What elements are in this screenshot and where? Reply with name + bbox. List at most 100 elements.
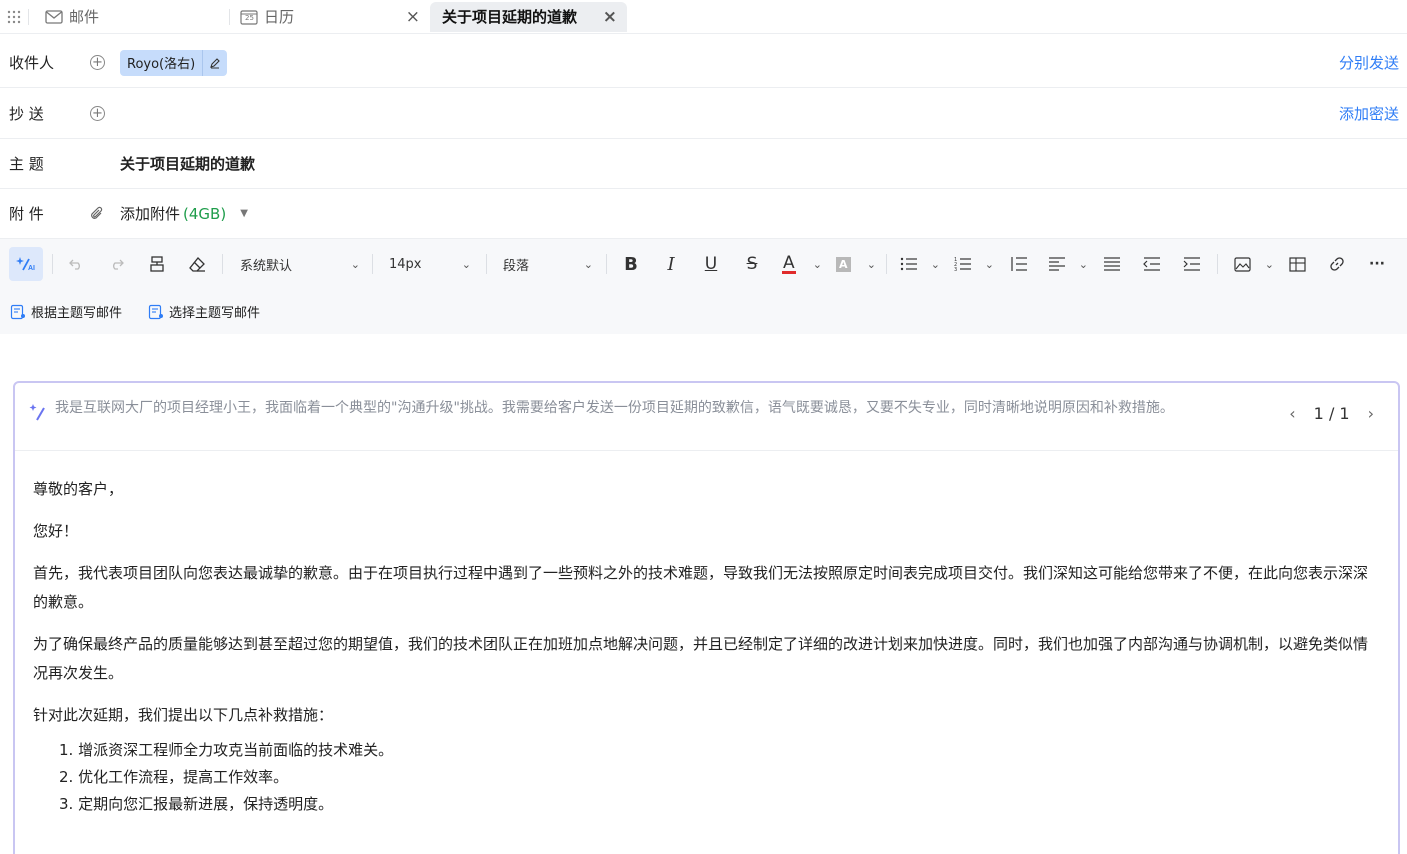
- bold-icon: B: [624, 253, 638, 275]
- formatting-toolbar: AI 系统默认 ⌄ 14px ⌄ 段落 ⌄ B I U S A ⌄ A ⌄ ⌄: [0, 239, 1407, 289]
- font-family-select[interactable]: 系统默认 ⌄: [240, 239, 360, 289]
- body-hello: 您好！: [33, 522, 79, 540]
- more-label: ···: [1369, 256, 1385, 272]
- email-body[interactable]: 尊敬的客户， 您好！ 首先，我代表项目团队向您表达最诚挚的歉意。由于在项目执行过…: [15, 451, 1398, 818]
- edit-icon[interactable]: [203, 57, 227, 69]
- font-family-value: 系统默认: [240, 258, 293, 274]
- close-icon[interactable]: ×: [406, 7, 420, 27]
- subject-row: 主 题 关于项目延期的道歉: [0, 139, 1407, 189]
- chevron-down-icon: ⌄: [1264, 257, 1274, 271]
- tab-compose[interactable]: 关于项目延期的道歉 ×: [430, 1, 627, 32]
- result-pager: ‹ 1 / 1 ›: [1289, 395, 1384, 423]
- chevron-down-icon: ⌄: [866, 257, 876, 271]
- ai-helper-bar: 根据主题写邮件 选择主题写邮件: [0, 289, 1407, 334]
- tab-calendar[interactable]: 25 日历 ×: [230, 0, 430, 34]
- list-item: 3. 定期向您汇报最新进展，保持透明度。: [59, 795, 334, 813]
- divider: [606, 254, 607, 274]
- ai-doc-icon: [10, 304, 26, 320]
- italic-icon: I: [667, 253, 675, 275]
- chevron-down-icon: ⌄: [812, 257, 822, 271]
- chevron-down-icon: ⌄: [984, 257, 994, 271]
- tab-calendar-label: 日历: [264, 8, 295, 26]
- image-icon: [1234, 256, 1251, 272]
- ai-write-button[interactable]: AI: [9, 247, 43, 281]
- italic-button[interactable]: I: [660, 239, 682, 289]
- cc-row: 抄 送 + 添加密送: [0, 89, 1407, 139]
- font-size-select[interactable]: 14px ⌄: [389, 239, 471, 289]
- plus-circle-icon: +: [90, 106, 105, 121]
- caret-down-icon[interactable]: ▼: [240, 208, 248, 219]
- divider: [486, 254, 487, 274]
- recipient-chip-name: Royo(洛右): [120, 49, 204, 76]
- chevron-down-icon: ⌄: [461, 257, 471, 271]
- insert-image-button[interactable]: ⌄: [1234, 239, 1274, 289]
- bullet-list-icon: [900, 257, 917, 271]
- numbered-list-icon: 123: [954, 257, 971, 271]
- list-item: 2. 优化工作流程，提高工作效率。: [59, 768, 289, 786]
- underline-button[interactable]: U: [700, 239, 722, 289]
- add-attachment-label: 添加附件: [120, 205, 181, 223]
- font-color-button[interactable]: A ⌄: [782, 239, 822, 289]
- strikethrough-button[interactable]: S: [741, 239, 763, 289]
- bold-button[interactable]: B: [620, 239, 642, 289]
- highlight-color-button[interactable]: A ⌄: [836, 239, 876, 289]
- attachment-label: 附 件: [9, 205, 44, 223]
- divider: [222, 254, 223, 274]
- add-bcc-link[interactable]: 添加密送: [1339, 103, 1399, 124]
- add-cc-button[interactable]: +: [90, 106, 120, 121]
- redo-icon[interactable]: [106, 239, 128, 289]
- recipient-chip[interactable]: Royo(洛右): [120, 49, 228, 76]
- tab-bar: 邮件 25 日历 × 关于项目延期的道歉 ×: [0, 0, 1407, 34]
- line-height-icon[interactable]: [1008, 239, 1030, 289]
- cc-label: 抄 送: [9, 105, 44, 123]
- body-paragraph-2: 为了确保最终产品的质量能够达到甚至超过您的期望值，我们的技术团队正在加班加点地解…: [33, 635, 1369, 682]
- list-item: 1. 增派资深工程师全力攻克当前面临的技术难关。: [59, 741, 394, 759]
- app-grid-icon[interactable]: [0, 0, 28, 34]
- mail-icon: [45, 9, 63, 24]
- link-icon[interactable]: [1326, 239, 1348, 289]
- outdent-icon[interactable]: [1141, 239, 1163, 289]
- paragraph-select[interactable]: 段落 ⌄: [503, 239, 593, 289]
- justify-icon[interactable]: [1101, 239, 1123, 289]
- format-painter-icon[interactable]: [146, 239, 168, 289]
- paperclip-icon: [90, 206, 120, 221]
- divider: [886, 254, 887, 274]
- eraser-icon[interactable]: [186, 239, 208, 289]
- tab-compose-label: 关于项目延期的道歉: [442, 8, 578, 26]
- ai-result-panel: 我是互联网大厂的项目经理小王，我面临着一个典型的"沟通升级"挑战。我需要给客户发…: [13, 381, 1400, 854]
- write-by-subject-label: 根据主题写邮件: [31, 306, 123, 321]
- tab-mail-label: 邮件: [69, 8, 100, 26]
- chevron-down-icon: ⌄: [1078, 257, 1088, 271]
- align-left-icon: [1049, 257, 1065, 271]
- chevron-right-icon[interactable]: ›: [1368, 404, 1374, 423]
- subject-input[interactable]: 关于项目延期的道歉: [120, 153, 255, 174]
- write-by-subject-button[interactable]: 根据主题写邮件: [10, 302, 122, 321]
- add-attachment-button[interactable]: 添加附件 (4GB) ▼: [120, 203, 248, 224]
- indent-icon[interactable]: [1181, 239, 1203, 289]
- svg-text:3: 3: [954, 267, 957, 271]
- tab-mail[interactable]: 邮件: [29, 0, 229, 34]
- divider: [372, 254, 373, 274]
- body-greeting: 尊敬的客户，: [33, 480, 124, 498]
- align-button[interactable]: ⌄: [1048, 239, 1088, 289]
- svg-text:AI: AI: [28, 265, 35, 272]
- plus-circle-icon: +: [90, 55, 105, 70]
- remedy-list: 1. 增派资深工程师全力攻克当前面临的技术难关。 2. 优化工作流程，提高工作效…: [59, 737, 1380, 818]
- add-recipient-button[interactable]: +: [90, 55, 120, 70]
- choose-subject-button[interactable]: 选择主题写邮件: [148, 302, 260, 321]
- numbered-list-button[interactable]: 123 ⌄: [954, 239, 994, 289]
- bullet-list-button[interactable]: ⌄: [900, 239, 940, 289]
- more-options-icon[interactable]: ···: [1366, 239, 1388, 289]
- chevron-down-icon: ⌄: [350, 257, 360, 271]
- recipient-label: 收件人: [9, 54, 55, 72]
- choose-subject-label: 选择主题写邮件: [169, 306, 261, 321]
- pager-count: 1 / 1: [1313, 404, 1350, 423]
- body-paragraph-1: 首先，我代表项目团队向您表达最诚挚的歉意。由于在项目执行过程中遇到了一些预料之外…: [33, 564, 1369, 611]
- send-separately-link[interactable]: 分别发送: [1339, 52, 1399, 73]
- chevron-left-icon[interactable]: ‹: [1289, 404, 1295, 423]
- attachment-quota: (4GB): [183, 204, 227, 223]
- table-icon[interactable]: [1286, 239, 1308, 289]
- undo-icon[interactable]: [65, 239, 87, 289]
- close-icon[interactable]: ×: [603, 7, 617, 27]
- font-color-icon: A: [782, 252, 796, 274]
